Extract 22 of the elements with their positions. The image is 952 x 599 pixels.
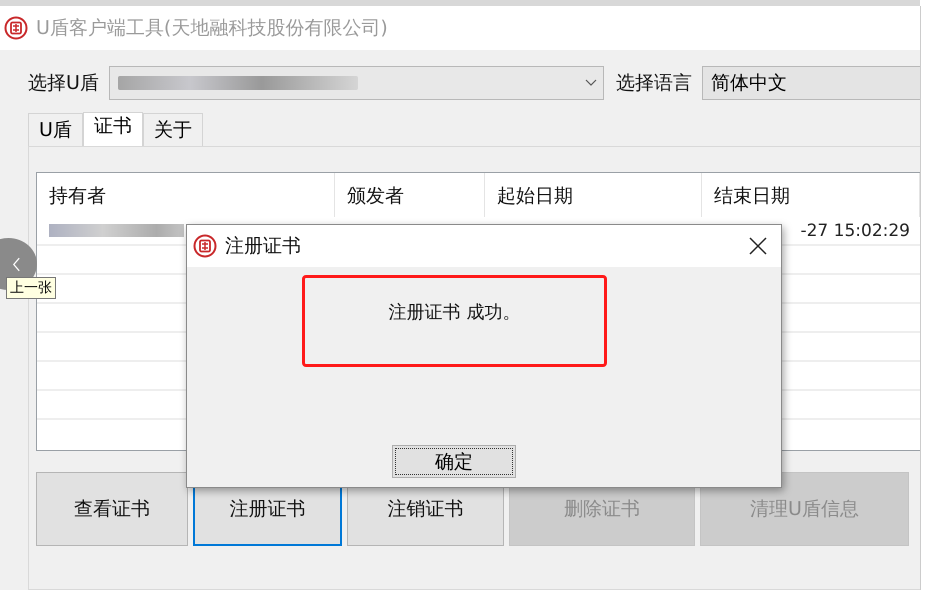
- field-label: 选择语言: [616, 71, 692, 96]
- logo-icon: [193, 234, 217, 258]
- caret-icon: [584, 79, 597, 87]
- column-header: 起始日期: [485, 173, 702, 217]
- language-dropdown[interactable]: 简体中文: [702, 66, 920, 100]
- tooltip: 上一张: [6, 277, 56, 299]
- dialog-title: 注册证书: [225, 234, 302, 259]
- table-cell: -27 15:02:29: [800, 220, 910, 240]
- close-icon[interactable]: [749, 237, 767, 255]
- window-title: U盾客户端工具(天地融科技股份有限公司): [36, 16, 388, 41]
- message-text: 注册证书 成功。: [388, 301, 520, 325]
- field-label: 选择U盾: [28, 71, 99, 96]
- action-button[interactable]: 查看证书: [36, 472, 188, 546]
- tab[interactable]: U盾: [28, 113, 83, 146]
- tab[interactable]: 证书: [82, 112, 143, 146]
- logo-icon: [4, 16, 28, 40]
- column-header: 结束日期: [702, 173, 920, 217]
- ok-button[interactable]: 确定: [392, 445, 516, 478]
- tab[interactable]: 关于: [142, 113, 203, 146]
- chevron-left-icon: [12, 256, 21, 272]
- column-header: 持有者: [37, 173, 335, 217]
- column-header: 颁发者: [335, 173, 485, 217]
